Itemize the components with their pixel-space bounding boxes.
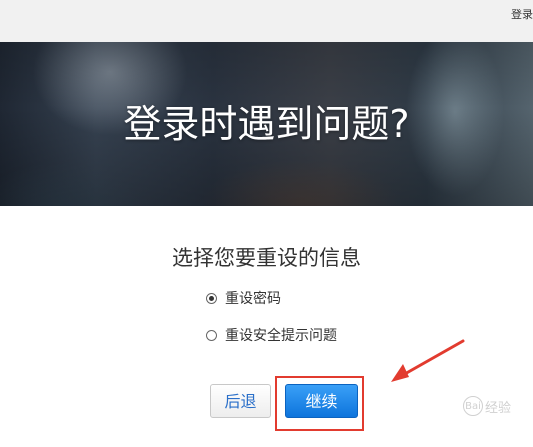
hero-title: 登录时遇到问题? bbox=[123, 102, 410, 146]
option-label: 重设密码 bbox=[225, 291, 281, 307]
hero-banner: 登录时遇到问题? bbox=[0, 42, 533, 206]
option-label: 重设安全提示问题 bbox=[225, 328, 337, 344]
reset-prompt: 选择您要重设的信息 bbox=[172, 246, 361, 270]
radio-checked-icon[interactable] bbox=[206, 292, 217, 304]
login-link[interactable]: 登录 bbox=[511, 6, 533, 22]
option-reset-security-question[interactable]: 重设安全提示问题 bbox=[206, 325, 337, 345]
watermark: Bai 经验 bbox=[462, 396, 511, 416]
radio-unchecked-icon[interactable] bbox=[206, 329, 217, 341]
page: 登录 登录时遇到问题? 选择您要重设的信息 重设密码 重设安全提示问题 后退 继… bbox=[0, 0, 533, 447]
watermark-text: 经验 bbox=[484, 400, 511, 416]
watermark-badge-icon: Bai bbox=[462, 396, 483, 416]
top-bar: 登录 bbox=[0, 0, 533, 42]
option-reset-password[interactable]: 重设密码 bbox=[206, 288, 281, 308]
continue-button[interactable]: 继续 bbox=[285, 384, 358, 418]
back-button[interactable]: 后退 bbox=[210, 384, 271, 418]
